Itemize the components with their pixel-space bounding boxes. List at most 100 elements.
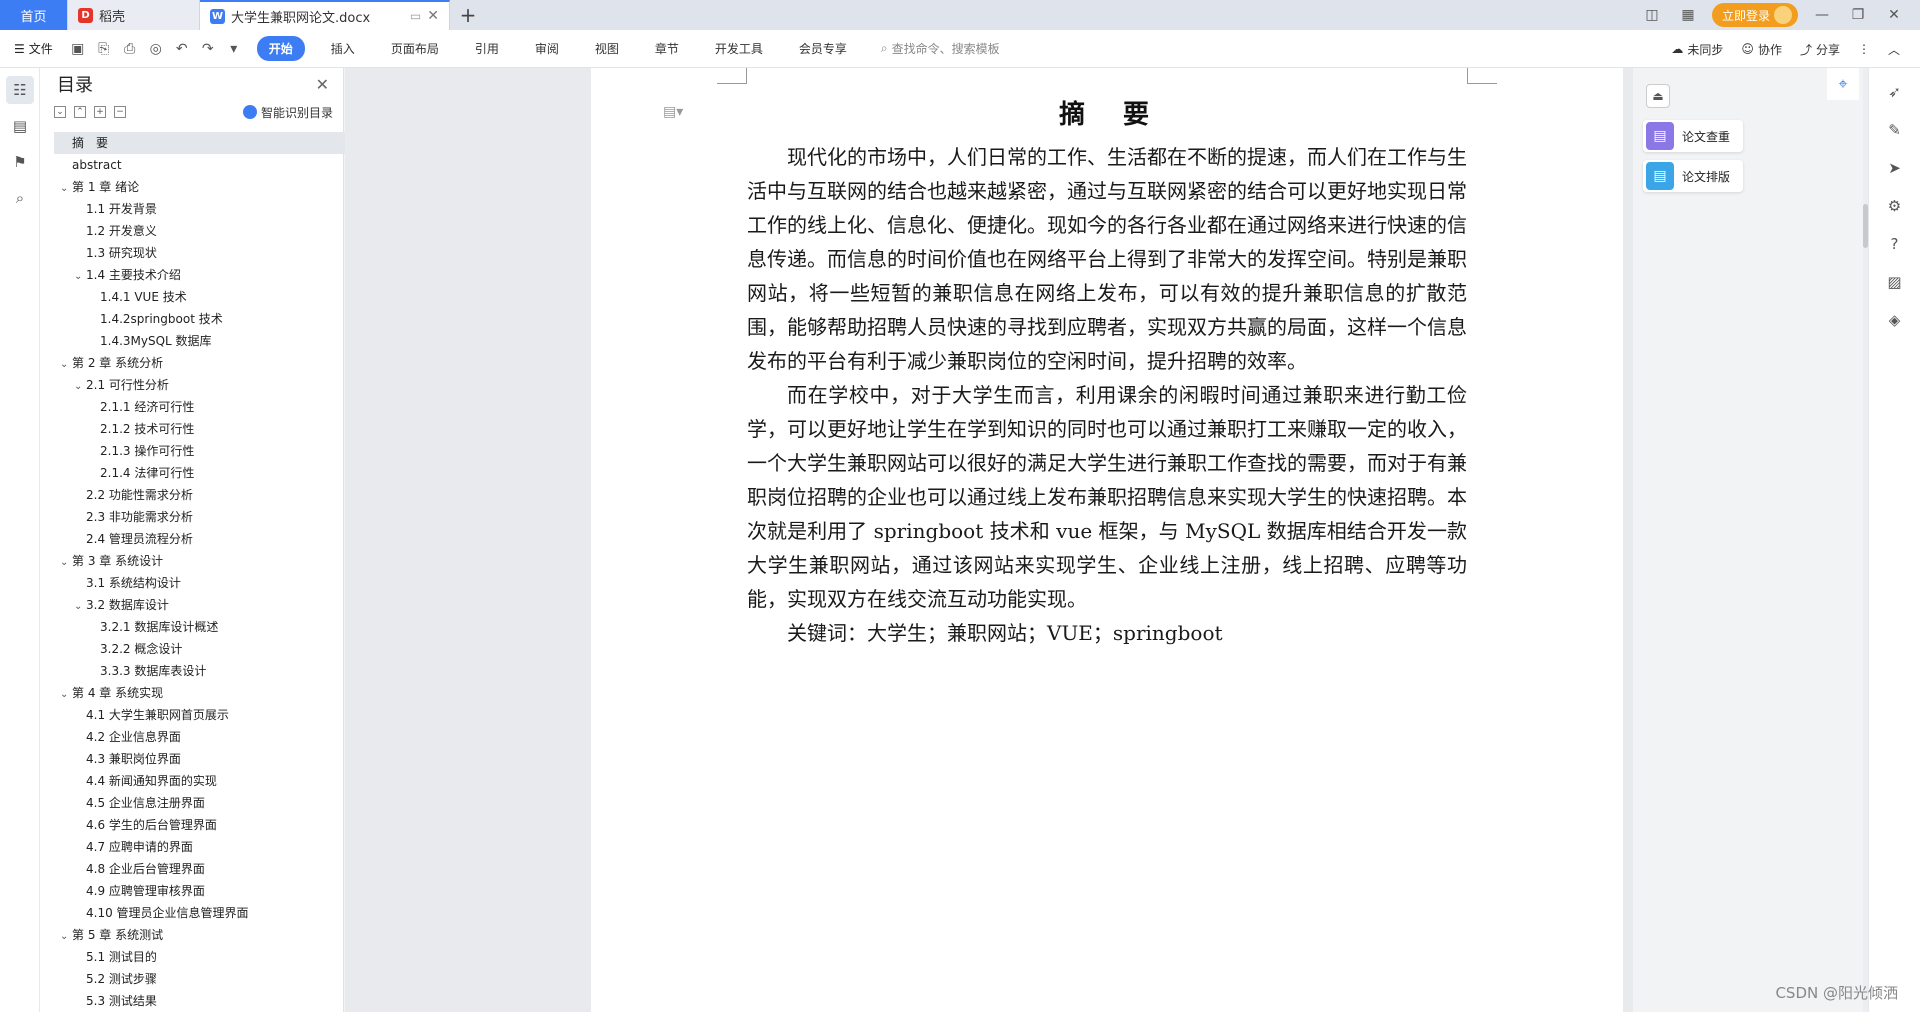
toc-item[interactable]: 3.3.3 数据库表设计 xyxy=(54,660,364,682)
bookmark-icon[interactable]: ⚑ xyxy=(6,148,34,176)
collapse-ribbon-icon[interactable]: ︿ xyxy=(1888,41,1900,58)
toc-item[interactable]: 2.1.2 技术可行性 xyxy=(54,418,364,440)
ribbon-tab[interactable]: 开发工具 xyxy=(705,36,773,61)
keywords-paragraph[interactable]: 关键词：大学生；兼职网站；VUE；springboot xyxy=(747,616,1467,650)
toc-item[interactable]: ⌄ 2.1 可行性分析 xyxy=(54,374,364,396)
ribbon-tab[interactable]: 章节 xyxy=(645,36,689,61)
toc-item[interactable]: ⌄ 1.4 主要技术介绍 xyxy=(54,264,364,286)
close-icon[interactable]: ✕ xyxy=(316,75,329,94)
toc-item[interactable]: 4.7 应聘申请的界面 xyxy=(54,836,364,858)
share-button[interactable]: ⤴ 分享 xyxy=(1800,41,1840,58)
toc-item[interactable]: abstract xyxy=(54,154,364,176)
toc-item[interactable]: 1.4.2springboot 技术 xyxy=(54,308,364,330)
chevron-down-icon[interactable]: ⌄ xyxy=(74,596,86,618)
new-tab-button[interactable]: + xyxy=(450,0,486,30)
ribbon-tab[interactable]: 开始 xyxy=(256,36,305,61)
undo-icon[interactable]: ↶ xyxy=(173,41,191,57)
toc-item[interactable]: ⌄ 3.2 数据库设计 xyxy=(54,594,364,616)
toc-item[interactable]: 2.3 非功能需求分析 xyxy=(54,506,364,528)
close-window-icon[interactable]: ✕ xyxy=(1882,7,1906,23)
toc-item[interactable]: 1.3 研究现状 xyxy=(54,242,364,264)
toc-item[interactable]: 2.2 功能性需求分析 xyxy=(54,484,364,506)
toc-item[interactable]: 5.1 测试目的 xyxy=(54,946,364,968)
document-body[interactable]: 现代化的市场中，人们日常的工作、生活都在不断的提速，而人们在工作与生活中与互联网… xyxy=(747,140,1467,650)
image-icon[interactable]: ▨ xyxy=(1881,268,1909,296)
abstract-paragraph-2[interactable]: 而在学校中，对于大学生而言，利用课余的闲暇时间通过兼职来进行勤工俭学，可以更好地… xyxy=(747,378,1467,616)
sync-button[interactable]: ☁ 未同步 xyxy=(1671,41,1723,58)
print-icon[interactable]: ⎙ xyxy=(121,41,139,57)
toc-panel-icon[interactable]: ☷ xyxy=(6,76,34,104)
pen-icon[interactable]: ✎ xyxy=(1881,116,1909,144)
chevron-down-icon[interactable]: ⌄ xyxy=(60,926,72,948)
expand-all-icon[interactable]: ⌃ xyxy=(74,106,86,118)
ribbon-tab[interactable]: 页面布局 xyxy=(381,36,449,61)
toc-item[interactable]: 4.3 兼职岗位界面 xyxy=(54,748,364,770)
remove-heading-icon[interactable]: − xyxy=(114,106,126,118)
abstract-paragraph-1[interactable]: 现代化的市场中，人们日常的工作、生活都在不断的提速，而人们在工作与生活中与互联网… xyxy=(747,140,1467,378)
pin-icon[interactable]: ▭ xyxy=(410,9,421,23)
chevron-down-icon[interactable]: ⌄ xyxy=(74,266,86,288)
more-dropdown-icon[interactable]: ▾ xyxy=(225,41,243,57)
toc-item[interactable]: 1.4.1 VUE 技术 xyxy=(54,286,364,308)
toc-item[interactable]: ⌄ 第 4 章 系统实现 xyxy=(54,682,364,704)
smart-toc-button[interactable]: 智能识别目录 xyxy=(242,104,333,121)
chevron-down-icon[interactable]: ⌄ xyxy=(60,178,72,200)
ribbon-tab[interactable]: 引用 xyxy=(465,36,509,61)
minimize-icon[interactable]: — xyxy=(1810,7,1834,23)
print-preview-icon[interactable]: ◎ xyxy=(147,41,165,57)
chevron-down-icon[interactable]: ⌄ xyxy=(60,354,72,376)
tab-document[interactable]: W 大学生兼职网论文.docx ▭ ✕ xyxy=(200,0,450,30)
toc-item[interactable]: 4.2 企业信息界面 xyxy=(54,726,364,748)
file-menu[interactable]: ☰ 文件 xyxy=(0,40,63,57)
collapse-panel-icon[interactable]: ⏏ xyxy=(1646,84,1670,108)
toc-item[interactable]: ⌄ 第 1 章 绪论 xyxy=(54,176,364,198)
toc-item[interactable]: 3.2.1 数据库设计概述 xyxy=(54,616,364,638)
chapter-nav-icon[interactable]: ▤ xyxy=(6,112,34,140)
ribbon-tab[interactable]: 会员专享 xyxy=(789,36,857,61)
command-search[interactable]: ⌕ 查找命令、搜索模板 xyxy=(881,40,1000,57)
toc-item[interactable]: 2.1.4 法律可行性 xyxy=(54,462,364,484)
toc-item[interactable]: ⌄ 第 3 章 系统设计 xyxy=(54,550,364,572)
more-options-icon[interactable]: ⋮ xyxy=(1858,42,1870,56)
toc-item[interactable]: 4.10 管理员企业信息管理界面 xyxy=(54,902,364,924)
toc-item[interactable]: 1.4.3MySQL 数据库 xyxy=(54,330,364,352)
paper-format-button[interactable]: ▤ 论文排版 xyxy=(1643,160,1743,192)
toc-item[interactable]: 3.2.2 概念设计 xyxy=(54,638,364,660)
document-page[interactable]: ▤▾ 摘 要 现代化的市场中，人们日常的工作、生活都在不断的提速，而人们在工作与… xyxy=(591,68,1623,1012)
toc-item[interactable]: 摘 要 xyxy=(54,132,364,154)
toc-item[interactable]: 4.6 学生的后台管理界面 xyxy=(54,814,364,836)
tab-doke[interactable]: D 稻壳 xyxy=(68,0,200,30)
save-icon[interactable]: ▣ xyxy=(69,41,87,57)
close-tab-icon[interactable]: ✕ xyxy=(427,8,439,24)
ribbon-tab[interactable]: 审阅 xyxy=(525,36,569,61)
tab-home[interactable]: 首页 xyxy=(0,0,68,30)
chevron-down-icon[interactable]: ⌄ xyxy=(60,684,72,706)
toc-item[interactable]: 5.2 测试步骤 xyxy=(54,968,364,990)
rocket-icon[interactable]: ➶ xyxy=(1881,78,1909,106)
help-icon[interactable]: ? xyxy=(1881,230,1909,258)
chevron-down-icon[interactable]: ⌄ xyxy=(74,376,86,398)
toc-item[interactable]: ⌄ 第 5 章 系统测试 xyxy=(54,924,364,946)
add-heading-icon[interactable]: + xyxy=(94,106,106,118)
toc-item[interactable]: 2.4 管理员流程分析 xyxy=(54,528,364,550)
toc-item[interactable]: 4.4 新闻通知界面的实现 xyxy=(54,770,364,792)
toc-item[interactable]: 4.5 企业信息注册界面 xyxy=(54,792,364,814)
document-heading[interactable]: 摘 要 xyxy=(591,94,1623,131)
restore-icon[interactable]: ❐ xyxy=(1846,7,1870,23)
ribbon-tab[interactable]: 插入 xyxy=(321,36,365,61)
chevron-down-icon[interactable]: ⌄ xyxy=(60,552,72,574)
toc-item[interactable]: 4.8 企业后台管理界面 xyxy=(54,858,364,880)
collab-button[interactable]: ☺ 协作 xyxy=(1741,41,1782,58)
redo-icon[interactable]: ↷ xyxy=(199,41,217,57)
toc-item[interactable]: 5.3 测试结果 xyxy=(54,990,364,1012)
settings-sliders-icon[interactable]: ⚙ xyxy=(1881,192,1909,220)
cursor-icon[interactable]: ➤ xyxy=(1881,154,1909,182)
collapse-all-icon[interactable]: ⌄ xyxy=(54,106,66,118)
paper-check-button[interactable]: ▤ 论文查重 xyxy=(1643,120,1743,152)
toc-item[interactable]: 3.1 系统结构设计 xyxy=(54,572,364,594)
toc-item[interactable]: 1.1 开发背景 xyxy=(54,198,364,220)
layout-icon[interactable]: ◫ xyxy=(1640,7,1664,23)
grid-apps-icon[interactable]: ▦ xyxy=(1676,7,1700,23)
toc-item[interactable]: 1.2 开发意义 xyxy=(54,220,364,242)
login-button[interactable]: 立即登录 xyxy=(1711,3,1798,27)
